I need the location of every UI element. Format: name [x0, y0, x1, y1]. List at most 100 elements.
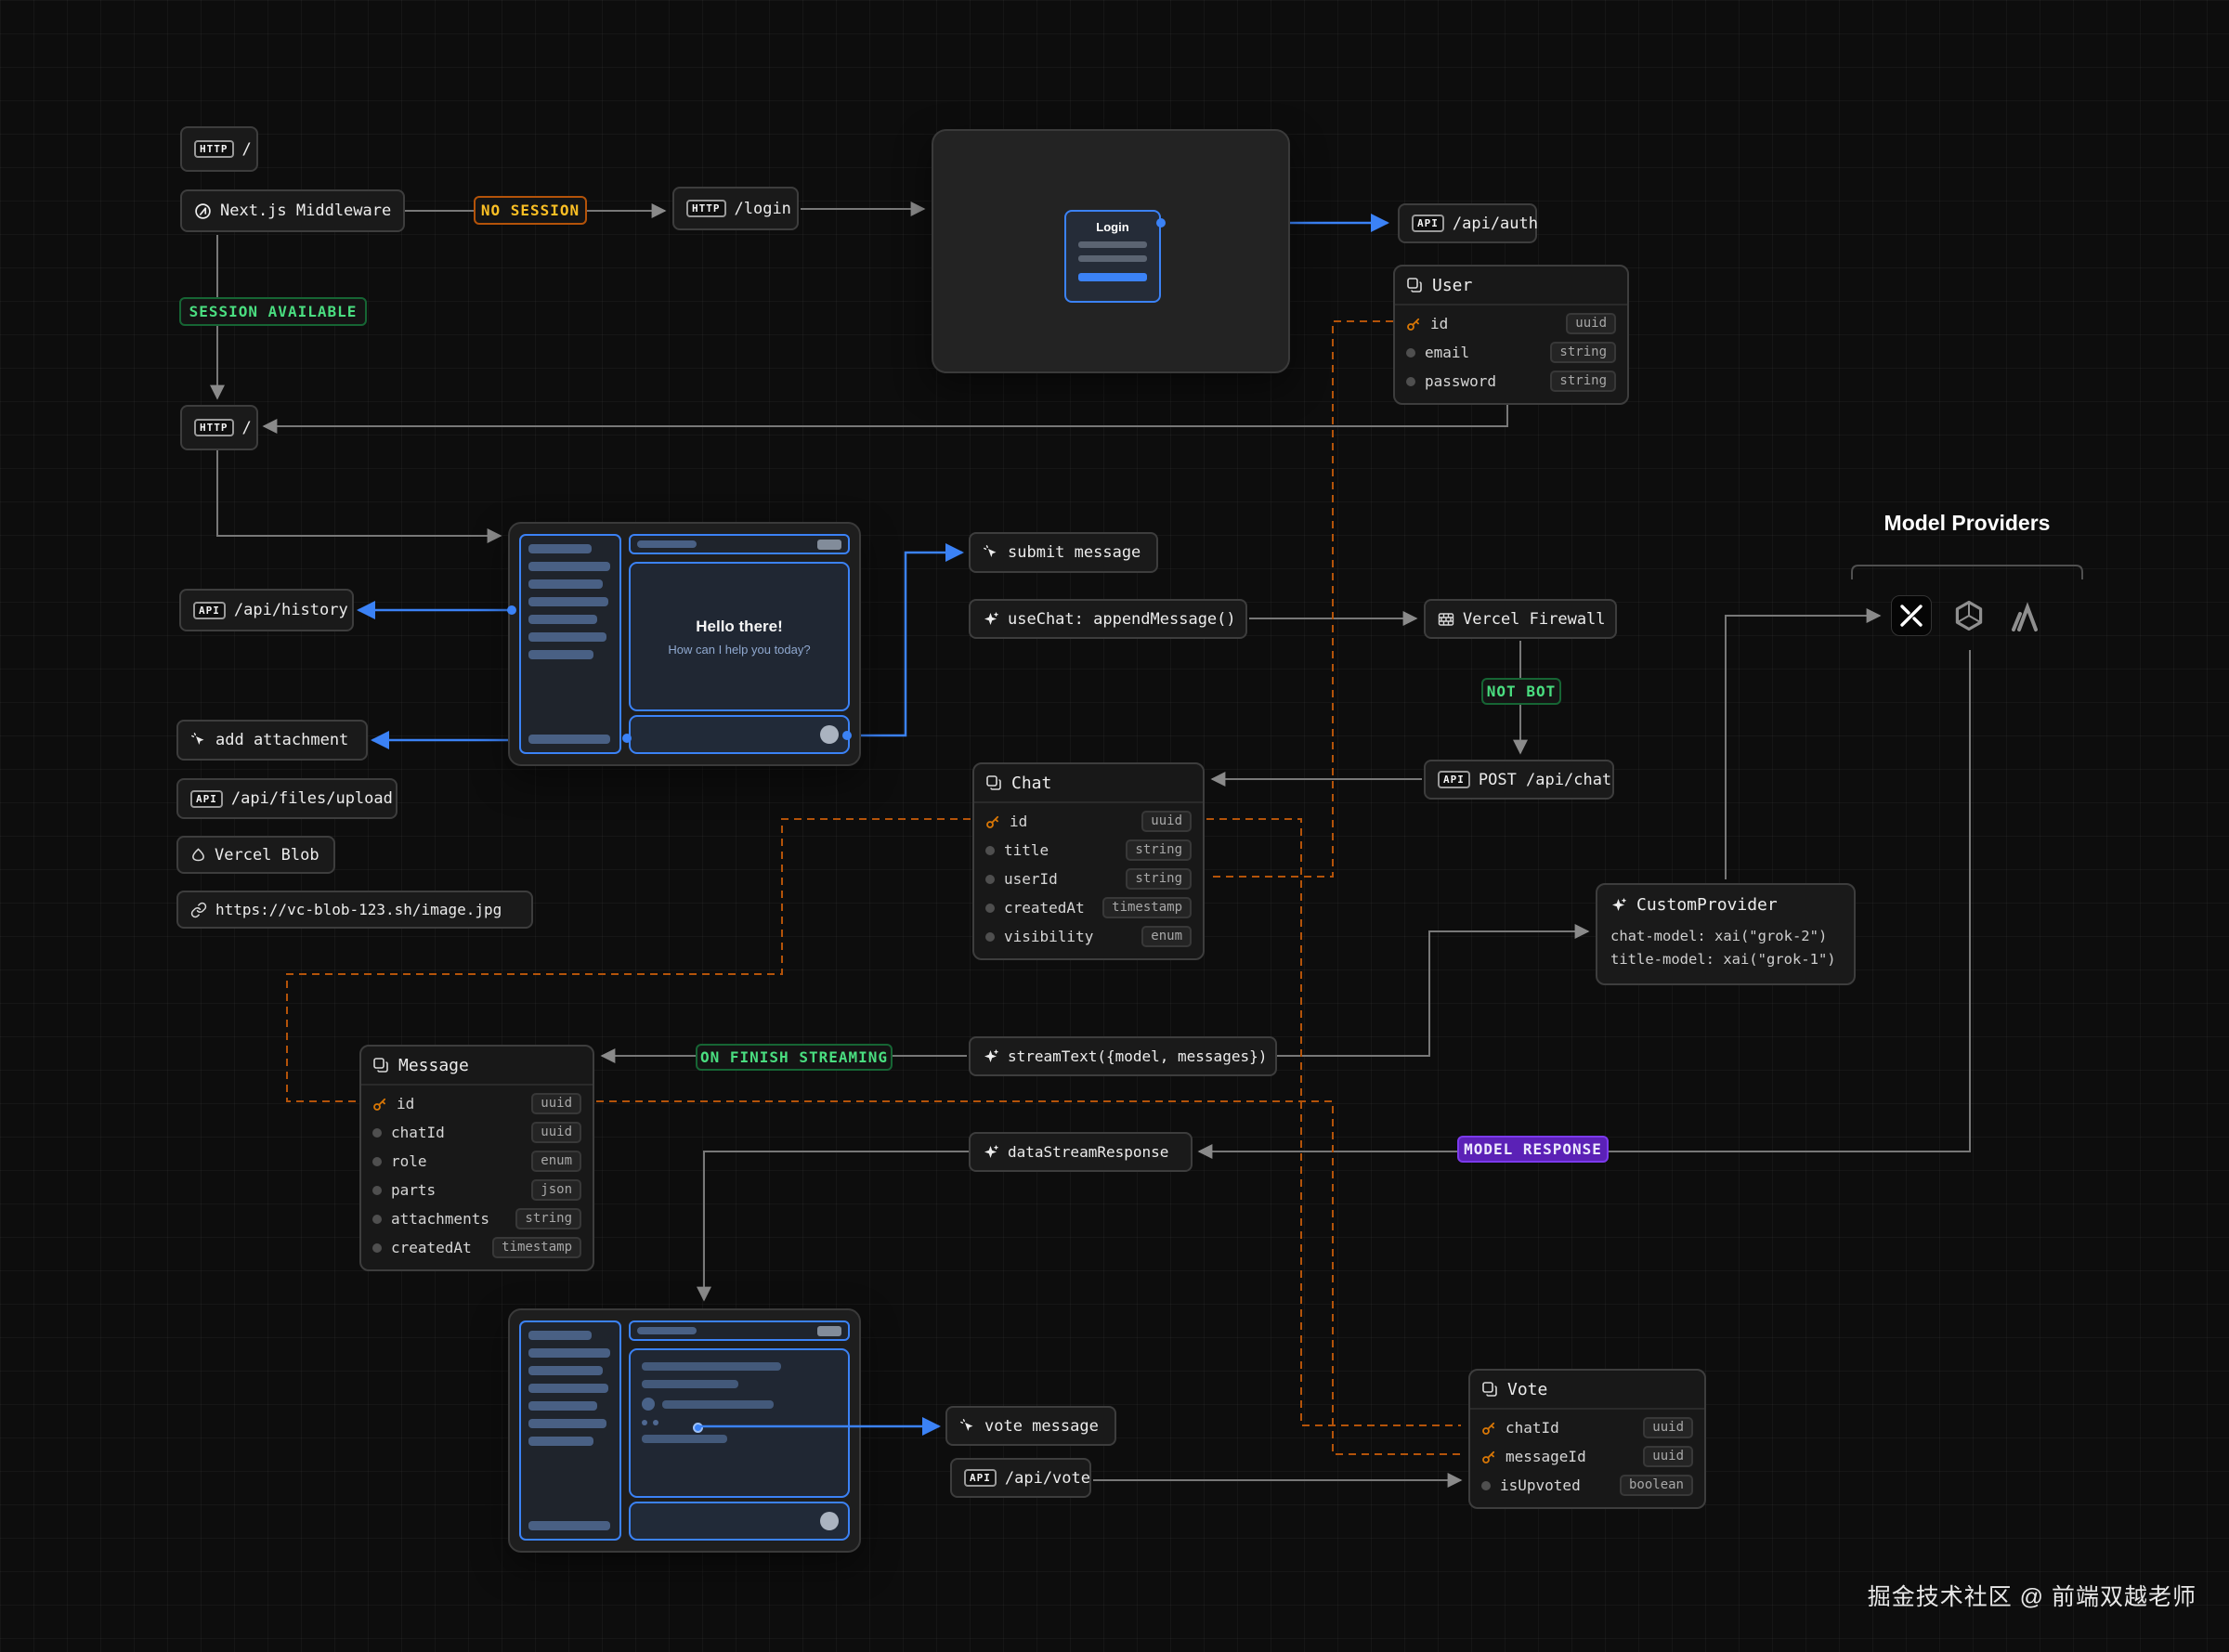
- api-chip: API: [964, 1469, 997, 1487]
- node-label: Next.js Middleware: [220, 202, 391, 220]
- send-button-skeleton: [820, 1512, 839, 1530]
- node-label: /api/files/upload: [231, 789, 393, 808]
- login-button-skeleton: [1078, 273, 1147, 281]
- field-dot-icon: [372, 1157, 382, 1166]
- badge-on-finish-streaming: ON FINISH STREAMING: [696, 1044, 893, 1071]
- entity-chat-header: Chat: [974, 764, 1203, 803]
- type-badge: uuid: [1643, 1446, 1693, 1468]
- node-label: /api/auth: [1453, 215, 1538, 233]
- badge-not-bot: NOT BOT: [1481, 678, 1561, 705]
- anthropic-icon: [2010, 602, 2045, 633]
- type-badge: string: [515, 1208, 581, 1230]
- nextjs-icon: [194, 202, 212, 220]
- field-dot-icon: [985, 875, 995, 884]
- node-vote-message: vote message: [945, 1406, 1116, 1446]
- node-label: useChat: appendMessage(): [1008, 610, 1236, 629]
- cursor-icon: [983, 544, 999, 561]
- login-form: Login: [1064, 210, 1161, 303]
- architecture-diagram: HTTP / Next.js Middleware NO SESSION HTT…: [0, 0, 2229, 1652]
- table-icon: [1406, 277, 1423, 293]
- field-row: title string: [974, 836, 1203, 865]
- field-row: messageId uuid: [1470, 1442, 1704, 1471]
- key-icon: [1481, 1450, 1496, 1464]
- field-dot-icon: [372, 1186, 382, 1195]
- field-row: userId string: [974, 865, 1203, 893]
- type-badge: timestamp: [492, 1237, 581, 1259]
- type-badge: string: [1550, 371, 1616, 393]
- type-badge: uuid: [1141, 811, 1192, 833]
- node-label: vote message: [984, 1417, 1099, 1436]
- type-badge: json: [531, 1179, 581, 1202]
- key-icon: [985, 814, 1000, 829]
- node-blob-url: https://vc-blob-123.sh/image.jpg: [176, 891, 533, 929]
- xai-icon: [1891, 595, 1932, 636]
- badge-session-available: SESSION AVAILABLE: [179, 297, 367, 326]
- table-icon: [985, 774, 1002, 791]
- node-api-files-upload: API /api/files/upload: [176, 778, 398, 819]
- firewall-icon: [1438, 611, 1454, 628]
- field-row: createdAt timestamp: [974, 893, 1203, 922]
- key-icon: [1481, 1421, 1496, 1436]
- chat-ui-mockup-2: [508, 1308, 861, 1553]
- type-badge: enum: [1141, 926, 1192, 948]
- key-icon: [372, 1097, 387, 1112]
- cursor-icon: [190, 732, 207, 748]
- entity-vote-header: Vote: [1470, 1371, 1704, 1410]
- field-row: createdAt timestamp: [361, 1233, 593, 1262]
- field-row: email string: [1395, 338, 1627, 367]
- watermark: 掘金技术社区 @ 前端双越老师: [1868, 1579, 2196, 1612]
- field-row: visibility enum: [974, 922, 1203, 951]
- field-row: id uuid: [1395, 309, 1627, 338]
- badge-no-session: NO SESSION: [474, 196, 587, 225]
- node-label: Vercel Blob: [215, 846, 319, 865]
- node-api-auth: API /api/auth: [1398, 203, 1537, 243]
- http-chip: HTTP: [686, 200, 726, 217]
- arrow-datastream-to-chat-ui2: [704, 1151, 969, 1300]
- login-screen-mockup: Login: [932, 129, 1290, 373]
- node-http-root-1: HTTP /: [180, 126, 258, 172]
- node-streamtext: streamText({model, messages}): [969, 1036, 1277, 1076]
- entity-message: Message id uuid chatId uuid role enum pa…: [359, 1045, 594, 1271]
- login-input-skeleton: [1078, 241, 1147, 248]
- field-row: role enum: [361, 1147, 593, 1176]
- field-dot-icon: [372, 1243, 382, 1253]
- table-icon: [1481, 1381, 1498, 1398]
- type-badge: boolean: [1620, 1475, 1693, 1497]
- topbar-button-skeleton: [817, 1326, 841, 1336]
- field-dot-icon: [1406, 348, 1415, 358]
- field-row: attachments string: [361, 1204, 593, 1233]
- arrow-streamtext-to-provider: [1277, 931, 1588, 1056]
- field-row: chatId uuid: [1470, 1413, 1704, 1442]
- blob-icon: [190, 847, 206, 863]
- node-add-attachment: add attachment: [176, 720, 368, 761]
- entity-user: User id uuid email string password strin…: [1393, 265, 1629, 405]
- entity-message-header: Message: [361, 1047, 593, 1086]
- sparkle-icon: [983, 611, 999, 628]
- type-badge: enum: [531, 1151, 581, 1173]
- arrow-user-to-root: [264, 403, 1507, 426]
- type-badge: uuid: [531, 1122, 581, 1144]
- type-badge: string: [1126, 868, 1192, 891]
- chat-sidebar: [519, 1320, 621, 1541]
- send-button-skeleton: [820, 725, 839, 744]
- table-icon: [372, 1057, 389, 1073]
- openai-icon: [1950, 597, 1988, 634]
- node-vercel-firewall: Vercel Firewall: [1424, 599, 1617, 639]
- cursor-icon: [959, 1418, 976, 1435]
- node-api-history: API /api/history: [179, 589, 354, 631]
- field-row: isUpvoted boolean: [1470, 1471, 1704, 1500]
- chat-topbar: [629, 534, 850, 554]
- field-row: id uuid: [361, 1089, 593, 1118]
- model-providers-title: Model Providers: [1852, 511, 2082, 536]
- node-label: streamText({model, messages}): [1008, 1047, 1267, 1065]
- entity-user-header: User: [1395, 267, 1627, 306]
- http-chip: HTTP: [194, 140, 234, 158]
- key-icon: [1406, 317, 1421, 332]
- node-label: /login: [735, 200, 791, 218]
- type-badge: uuid: [531, 1093, 581, 1115]
- type-badge: string: [1126, 839, 1192, 862]
- provider-title: CustomProvider: [1636, 895, 1778, 915]
- node-api-vote: API /api/vote: [950, 1458, 1091, 1498]
- node-nextjs-middleware: Next.js Middleware: [180, 189, 405, 232]
- link-icon: [190, 902, 207, 918]
